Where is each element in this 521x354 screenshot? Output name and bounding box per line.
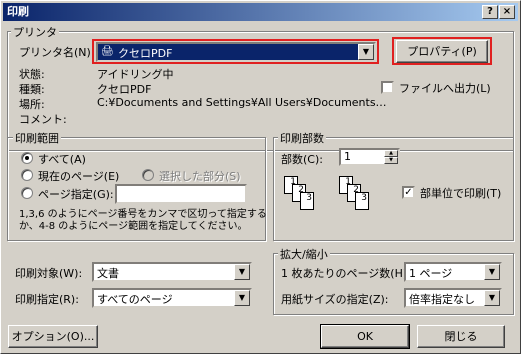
options-button[interactable]: オプション(O)...: [8, 325, 98, 348]
help-button[interactable]: ?: [482, 5, 498, 19]
print-spec-select[interactable]: すべてのページ ▼: [92, 288, 252, 308]
printer-name-select[interactable]: 🖨 クセロPDF ▼: [96, 42, 376, 62]
status-value: アイドリング中: [97, 68, 174, 81]
range-current-radio[interactable]: [21, 169, 33, 181]
print-to-file-label: ファイルへ出力(L): [399, 82, 491, 95]
range-selection-label: 選択した部分(S): [159, 170, 241, 183]
paper-size-value: 倍率指定なし: [409, 293, 475, 306]
collate-illustration-icon: 1 2 3: [284, 176, 332, 226]
chevron-down-icon[interactable]: ▼: [484, 290, 500, 306]
range-selection-radio: [142, 169, 154, 181]
print-dialog: 印刷 ? × プリンタ プリンタ名(N): 🖨 クセロPDF ▼ プロパティ(P…: [0, 0, 521, 354]
range-all-radio[interactable]: [21, 152, 33, 164]
printer-name-label: プリンタ名(N):: [19, 46, 95, 59]
spin-down-icon[interactable]: ▼: [384, 157, 398, 164]
print-target-value: 文書: [97, 267, 119, 280]
type-label: 種類:: [19, 83, 45, 96]
copies-group-label: 印刷部数: [278, 130, 326, 146]
chevron-down-icon[interactable]: ▼: [234, 264, 250, 280]
page-range-hint: 1,3,6 のようにページ番号をカンマで区切って指定する か、4-8 のようにペ…: [19, 209, 267, 232]
range-current-label: 現在のページ(E): [38, 170, 120, 183]
chevron-down-icon[interactable]: ▼: [234, 290, 250, 306]
range-pages-radio[interactable]: [21, 187, 33, 199]
chevron-down-icon[interactable]: ▼: [484, 264, 500, 280]
window-title: 印刷: [7, 5, 29, 18]
close-window-button[interactable]: ×: [499, 5, 515, 19]
paper-size-select[interactable]: 倍率指定なし ▼: [404, 288, 502, 308]
location-label: 場所:: [19, 98, 45, 111]
close-button[interactable]: 閉じる: [417, 325, 505, 348]
pages-per-sheet-label: 1 枚あたりのページ数(H):: [281, 267, 411, 280]
location-value: C:¥Documents and Settings¥All Users¥Docu…: [97, 96, 387, 109]
print-spec-label: 印刷指定(R):: [15, 293, 79, 306]
copies-count-label: 部数(C):: [281, 153, 323, 166]
print-to-file-checkbox[interactable]: [381, 81, 394, 94]
copies-count-spinner[interactable]: 1 ▲ ▼: [339, 148, 400, 166]
comment-label: コメント:: [19, 113, 67, 126]
copies-count-value: 1: [344, 150, 351, 163]
printer-icon: 🖨: [101, 46, 114, 57]
print-target-label: 印刷対象(W):: [15, 267, 83, 280]
collate-checkbox[interactable]: ✓: [402, 186, 415, 199]
printer-group-label: プリンタ: [11, 24, 59, 40]
title-bar: 印刷 ? ×: [3, 3, 518, 21]
range-all-label: すべて(A): [38, 153, 86, 166]
ok-button[interactable]: OK: [320, 324, 410, 349]
page-range-group-label: 印刷範囲: [13, 130, 61, 146]
properties-button[interactable]: プロパティ(P): [396, 40, 488, 63]
range-pages-label: ページ指定(G):: [38, 188, 114, 201]
collate-illustration-icon: 1 2 3: [339, 176, 387, 226]
paper-size-label: 用紙サイズの指定(Z):: [281, 293, 389, 306]
spin-up-icon[interactable]: ▲: [384, 150, 398, 157]
print-spec-value: すべてのページ: [97, 293, 173, 306]
pages-per-sheet-value: 1 ページ: [409, 267, 453, 280]
collate-label: 部単位で印刷(T): [420, 187, 502, 200]
zoom-group-label: 拡大/縮小: [278, 246, 330, 262]
type-value: クセロPDF: [97, 83, 152, 96]
page-range-input[interactable]: [115, 184, 247, 204]
status-label: 状態:: [19, 68, 45, 81]
chevron-down-icon[interactable]: ▼: [358, 44, 374, 60]
printer-name-value: クセロPDF: [118, 47, 173, 60]
pages-per-sheet-select[interactable]: 1 ページ ▼: [404, 262, 502, 282]
print-target-select[interactable]: 文書 ▼: [92, 262, 252, 282]
